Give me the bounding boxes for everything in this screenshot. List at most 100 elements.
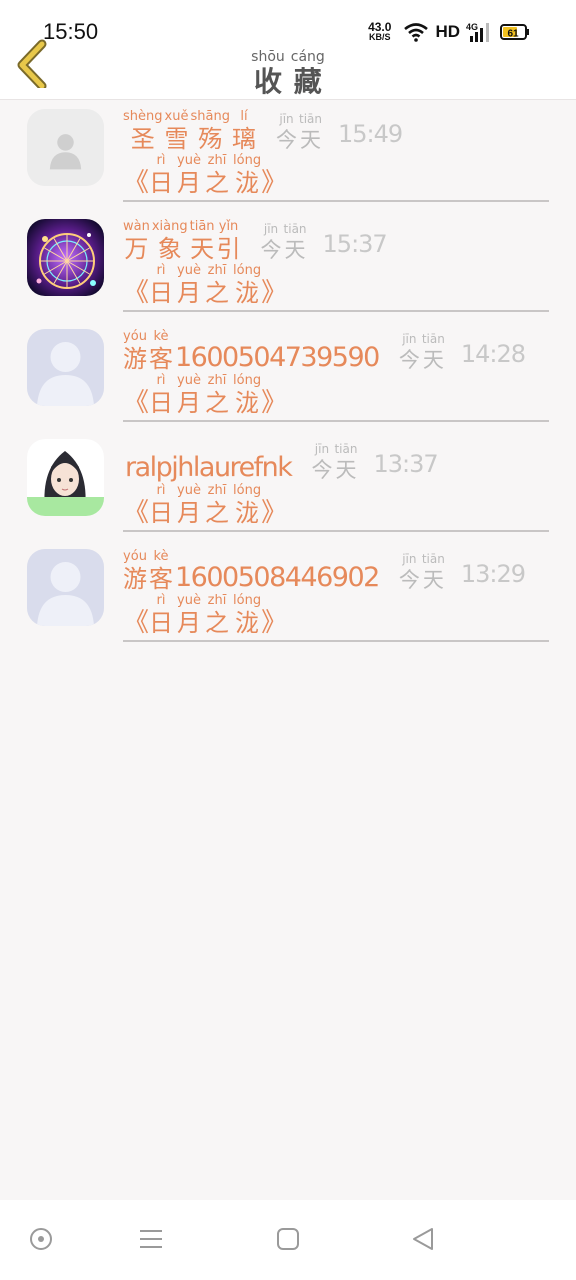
hanzi: 殇 [198, 125, 223, 153]
hanzi: 客 [149, 345, 173, 373]
timestamp: 15:37 [322, 230, 388, 258]
ruby-char: tiān 天 [190, 220, 215, 264]
ruby-char: zhī 之 [205, 484, 229, 528]
favorite-item[interactable]: yóu 游 kè 客 1600508446902 jīn 今 tiān 天 13… [0, 540, 576, 650]
pinyin: tiān [421, 332, 445, 346]
ruby-char: cáng 藏 [291, 49, 325, 99]
close-bracket: 》 [261, 278, 288, 308]
ruby-char: yuè 月 [177, 374, 201, 418]
timestamp: 13:29 [460, 560, 526, 588]
book-title[interactable]: 《 rì 日 yuè 月 zhī 之 lóng 泷 》 [123, 153, 549, 199]
ruby-char: zhī 之 [205, 264, 229, 308]
book-title[interactable]: 《 rì 日 yuè 月 zhī 之 lóng 泷 》 [123, 484, 549, 529]
user-name-suffix: 1600504739590 [175, 342, 380, 373]
ruby-char: rì 日 [149, 264, 173, 308]
pinyin: cáng [290, 49, 325, 65]
hanzi: 客 [149, 565, 173, 593]
ruby-char: wàn 万 [123, 220, 150, 264]
favorite-item[interactable]: yóu 游 kè 客 1600504739590 jīn 今 tiān 天 14… [0, 320, 576, 430]
hanzi: 之 [205, 499, 230, 527]
hanzi: 之 [205, 169, 230, 197]
avatar[interactable] [27, 329, 104, 406]
ruby-char: tiān 天 [334, 442, 357, 484]
hanzi: 日 [149, 279, 174, 307]
book-name: rì 日 yuè 月 zhī 之 lóng 泷 [149, 594, 261, 638]
hanzi: 今 [311, 458, 333, 482]
avatar[interactable] [27, 219, 104, 296]
hanzi: 月 [177, 609, 202, 637]
ruby-char: lóng 泷 [233, 484, 261, 528]
book-title[interactable]: 《 rì 日 yuè 月 zhī 之 lóng 泷 》 [123, 374, 549, 419]
net-speed-value: 43.0 [368, 20, 392, 34]
timestamp: 15:49 [338, 120, 403, 148]
hanzi: 天 [422, 568, 444, 592]
favorite-item[interactable]: shèng 圣 xuě 雪 shāng 殇 lí 璃 jīn 今 tiān 天 … [0, 100, 576, 210]
ruby-char: shōu 收 [251, 49, 285, 99]
ruby-char: shèng 圣 [123, 110, 163, 154]
pinyin: rì [156, 153, 166, 168]
circle-icon[interactable] [28, 1226, 56, 1254]
day-label: jīn 今 tiān 天 [261, 222, 307, 264]
pinyin: jīn [402, 332, 417, 346]
day-label: jīn 今 tiān 天 [311, 442, 357, 484]
book-name: rì 日 yuè 月 zhī 之 lóng 泷 [149, 374, 261, 418]
home-square-icon[interactable] [275, 1226, 303, 1254]
hanzi: 月 [177, 389, 202, 417]
pinyin: zhī [207, 153, 227, 168]
favorite-item[interactable]: ralpjhlaurefnk jīn 今 tiān 天 13:37 《 rì 日… [0, 430, 576, 540]
pinyin: kè [153, 549, 169, 564]
pinyin: tiān [299, 112, 322, 126]
favorite-item[interactable]: wàn 万 xiàng 象 tiān 天 yǐn 引 jīn 今 tiān 天 … [0, 210, 576, 320]
ruby-char: yóu 游 [123, 550, 147, 594]
hanzi: 游 [123, 345, 147, 373]
name-line: yóu 游 kè 客 1600504739590 jīn 今 tiān 天 14… [123, 330, 549, 374]
ruby-char: yuè 月 [177, 264, 201, 308]
open-bracket: 《 [123, 498, 150, 528]
favorite-item-content: shèng 圣 xuě 雪 shāng 殇 lí 璃 jīn 今 tiān 天 … [123, 110, 549, 202]
ruby-char: kè 客 [149, 550, 173, 594]
wifi-icon [403, 22, 429, 42]
book-name: rì 日 yuè 月 zhī 之 lóng 泷 [149, 264, 261, 308]
ruby-char: shāng 殇 [191, 110, 230, 154]
ruby-char: tiān 天 [422, 332, 445, 374]
hanzi: 之 [205, 389, 230, 417]
user-name: yóu 游 kè 客 [123, 330, 173, 374]
hanzi: 日 [149, 389, 174, 417]
pinyin: tiān [334, 442, 358, 456]
book-title[interactable]: 《 rì 日 yuè 月 zhī 之 lóng 泷 》 [123, 264, 549, 309]
avatar[interactable] [27, 549, 104, 626]
menu-icon[interactable] [138, 1226, 166, 1254]
day-label: jīn 今 tiān 天 [276, 112, 322, 154]
book-title[interactable]: 《 rì 日 yuè 月 zhī 之 lóng 泷 》 [123, 594, 549, 639]
favorite-item-content: yóu 游 kè 客 1600504739590 jīn 今 tiān 天 14… [123, 330, 549, 422]
ruby-char: jīn 今 [261, 222, 282, 264]
user-name: yóu 游 kè 客 [123, 550, 173, 594]
pinyin: yuè [177, 263, 201, 278]
ruby-char: yuè 月 [177, 594, 201, 638]
pinyin: kè [153, 329, 169, 344]
pinyin: tiān [189, 219, 215, 234]
avatar[interactable] [27, 109, 104, 186]
hanzi: 今 [398, 568, 420, 592]
pinyin: yǐn [218, 219, 239, 234]
ruby-char: zhī 之 [205, 374, 229, 418]
user-name-suffix: 1600508446902 [175, 562, 380, 593]
close-bracket: 》 [261, 388, 288, 418]
ruby-char: xuě 雪 [165, 110, 189, 154]
avatar[interactable] [27, 439, 104, 516]
open-bracket: 《 [123, 608, 150, 638]
ruby-char: jīn 今 [399, 332, 420, 374]
back-triangle-icon[interactable] [410, 1226, 438, 1254]
name-line: wàn 万 xiàng 象 tiān 天 yǐn 引 jīn 今 tiān 天 … [123, 220, 549, 264]
ruby-char: tiān 天 [284, 222, 307, 264]
close-bracket: 》 [261, 168, 288, 198]
ruby-char: kè 客 [149, 330, 173, 374]
pinyin: lóng [233, 263, 262, 278]
hanzi: 月 [177, 499, 202, 527]
pinyin: jīn [279, 112, 294, 126]
pinyin: rì [156, 263, 166, 278]
pinyin: yuè [177, 153, 201, 168]
pinyin: wàn [123, 219, 150, 234]
hanzi: 之 [205, 279, 230, 307]
user-name-suffix: ralpjhlaurefnk [125, 452, 293, 483]
